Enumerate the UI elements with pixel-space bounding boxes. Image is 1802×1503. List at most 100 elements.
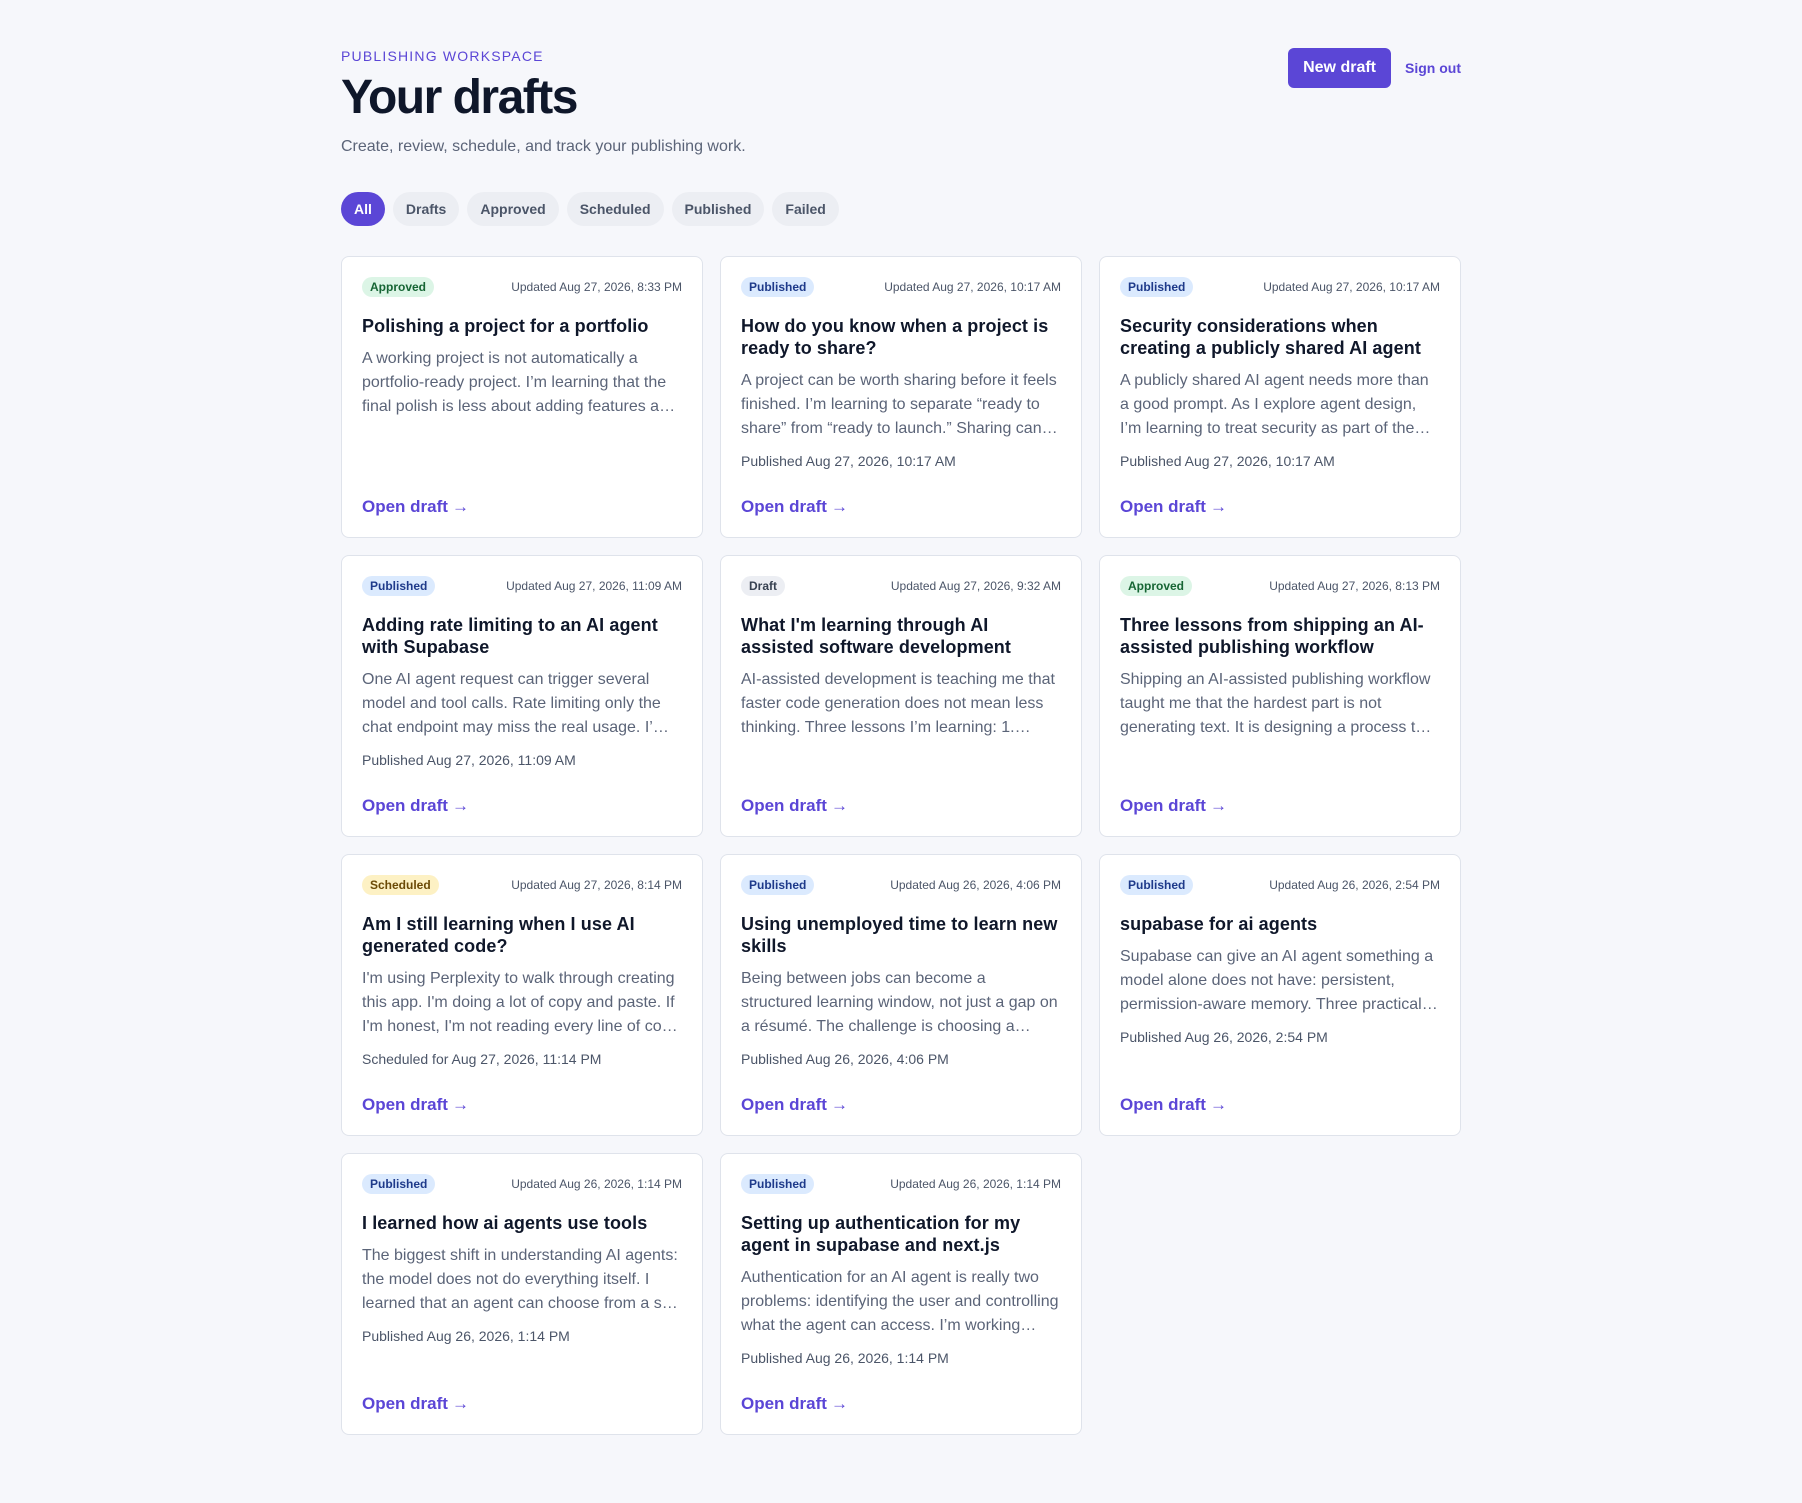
page-subtitle: Create, review, schedule, and track your…	[341, 138, 746, 155]
updated-timestamp: Updated Aug 26, 2026, 2:54 PM	[1269, 878, 1440, 892]
publish-status-meta: Scheduled for Aug 27, 2026, 11:14 PM	[362, 1051, 602, 1067]
draft-card: Approved Updated Aug 27, 2026, 8:33 PM Pol…	[341, 256, 703, 538]
status-badge: Published	[1120, 277, 1194, 297]
publish-status-meta: Published Aug 26, 2026, 2:54 PM	[1120, 1029, 1328, 1045]
status-badge: Approved	[362, 277, 435, 297]
open-draft-link[interactable]: Open draft →	[1120, 796, 1227, 816]
new-draft-button[interactable]: New draft	[1288, 48, 1391, 88]
open-draft-label: Open draft	[741, 497, 827, 516]
draft-card: Published Updated Aug 27, 2026, 10:17 AM H…	[720, 256, 1082, 538]
open-draft-link[interactable]: Open draft →	[741, 1095, 848, 1115]
open-draft-link[interactable]: Open draft →	[741, 796, 848, 816]
arrow-right-icon: →	[451, 497, 469, 516]
arrow-right-icon: →	[830, 1394, 848, 1413]
status-badge: Published	[362, 576, 436, 596]
draft-excerpt: I'm using Perplexity to walk through cre…	[362, 970, 680, 1035]
draft-excerpt: Authentication for an AI agent is really…	[741, 1269, 1059, 1334]
status-badge: Published	[1120, 875, 1194, 895]
open-draft-label: Open draft	[1120, 796, 1206, 815]
draft-title: Using unemployed time to learn new skill…	[741, 914, 1058, 956]
open-draft-label: Open draft	[362, 497, 448, 516]
draft-title: Three lessons from shipping an AI-assist…	[1120, 615, 1424, 657]
open-draft-link[interactable]: Open draft →	[362, 497, 469, 517]
card-header: Approved Updated Aug 27, 2026, 8:33 PM	[362, 277, 682, 297]
filter-chip-scheduled[interactable]: Scheduled	[566, 192, 664, 226]
draft-excerpt: A publicly shared AI agent needs more th…	[1120, 372, 1429, 437]
arrow-right-icon: →	[830, 497, 848, 516]
draft-card: Published Updated Aug 27, 2026, 10:17 AM S…	[1099, 256, 1461, 538]
drafts-grid: Approved Updated Aug 27, 2026, 8:33 PM Pol…	[341, 256, 1461, 1435]
filter-chip-failed[interactable]: Failed	[772, 192, 839, 226]
draft-card: Approved Updated Aug 27, 2026, 8:13 PM Thr…	[1099, 555, 1461, 837]
arrow-right-icon: →	[1209, 497, 1227, 516]
updated-timestamp: Updated Aug 27, 2026, 9:32 AM	[890, 579, 1061, 593]
draft-card: Scheduled Updated Aug 27, 2026, 8:14 PM Am…	[341, 854, 703, 1136]
status-badge: Published	[741, 875, 815, 895]
draft-title: Am I still learning when I use AI genera…	[362, 914, 635, 956]
open-draft-link[interactable]: Open draft →	[362, 1394, 469, 1414]
status-badge: Published	[741, 277, 815, 297]
draft-excerpt: A working project is not automatically a…	[362, 350, 677, 415]
open-draft-link[interactable]: Open draft →	[1120, 497, 1227, 517]
updated-timestamp: Updated Aug 27, 2026, 8:14 PM	[511, 878, 682, 892]
publish-status-meta: Published Aug 26, 2026, 4:06 PM	[741, 1051, 949, 1067]
updated-timestamp: Updated Aug 26, 2026, 1:14 PM	[511, 1177, 682, 1191]
draft-excerpt: AI-assisted development is teaching me t…	[741, 671, 1055, 736]
draft-title: Security considerations when creating a …	[1120, 316, 1421, 358]
filter-chip-all[interactable]: All	[341, 192, 385, 226]
draft-excerpt: Shipping an AI-assisted publishing workf…	[1120, 671, 1438, 736]
sign-out-link[interactable]: Sign out	[1403, 60, 1461, 76]
page-header: PUBLISHING WORKSPACE Your drafts Create,…	[341, 48, 1461, 248]
draft-title: Polishing a project for a portfolio	[362, 316, 649, 336]
updated-timestamp: Updated Aug 27, 2026, 10:17 AM	[884, 280, 1061, 294]
card-header: Published Updated Aug 26, 2026, 1:14 PM	[741, 1174, 1061, 1194]
page-title: Your drafts	[341, 71, 578, 124]
status-badge: Scheduled	[362, 875, 439, 895]
status-badge: Published	[362, 1174, 436, 1194]
filter-chip-drafts[interactable]: Drafts	[392, 192, 460, 226]
draft-title: I learned how ai agents use tools	[362, 1213, 648, 1233]
card-header: Published Updated Aug 27, 2026, 11:09 AM	[362, 576, 682, 596]
card-header: Draft Updated Aug 27, 2026, 9:32 AM	[741, 576, 1061, 596]
card-header: Scheduled Updated Aug 27, 2026, 8:14 PM	[362, 875, 682, 895]
draft-card: Published Updated Aug 26, 2026, 2:54 PM su…	[1099, 854, 1461, 1136]
card-header: Published Updated Aug 26, 2026, 2:54 PM	[1120, 875, 1440, 895]
draft-card: Published Updated Aug 26, 2026, 4:06 PM Us…	[720, 854, 1082, 1136]
updated-timestamp: Updated Aug 27, 2026, 8:13 PM	[1269, 579, 1440, 593]
updated-timestamp: Updated Aug 27, 2026, 10:17 AM	[1263, 280, 1440, 294]
draft-card: Draft Updated Aug 27, 2026, 9:32 AM What I…	[720, 555, 1082, 837]
card-header: Approved Updated Aug 27, 2026, 8:13 PM	[1120, 576, 1440, 596]
open-draft-link[interactable]: Open draft →	[1120, 1095, 1227, 1115]
drafts-page: PUBLISHING WORKSPACE Your drafts Create,…	[341, 0, 1461, 1435]
updated-timestamp: Updated Aug 26, 2026, 1:14 PM	[890, 1177, 1061, 1191]
status-badge: Draft	[741, 576, 786, 596]
open-draft-link[interactable]: Open draft →	[741, 497, 848, 517]
open-draft-label: Open draft	[362, 796, 448, 815]
draft-title: What I'm learning through AI assisted so…	[741, 615, 1011, 657]
open-draft-label: Open draft	[1120, 497, 1206, 516]
arrow-right-icon: →	[1209, 1095, 1227, 1114]
open-draft-link[interactable]: Open draft →	[362, 1095, 469, 1115]
open-draft-link[interactable]: Open draft →	[362, 796, 469, 816]
draft-excerpt: One AI agent request can trigger several…	[362, 671, 667, 736]
arrow-right-icon: →	[451, 1095, 469, 1114]
filter-chip-published[interactable]: Published	[671, 192, 765, 226]
card-header: Published Updated Aug 27, 2026, 10:17 AM	[1120, 277, 1440, 297]
arrow-right-icon: →	[451, 796, 469, 815]
status-badge: Approved	[1120, 576, 1193, 596]
open-draft-link[interactable]: Open draft →	[741, 1394, 848, 1414]
filter-chip-approved[interactable]: Approved	[467, 192, 559, 226]
draft-title: Adding rate limiting to an AI agent with…	[362, 615, 658, 657]
arrow-right-icon: →	[1209, 796, 1227, 815]
draft-card: Published Updated Aug 26, 2026, 1:14 PM I …	[341, 1153, 703, 1435]
open-draft-label: Open draft	[1120, 1095, 1206, 1114]
card-header: Published Updated Aug 26, 2026, 4:06 PM	[741, 875, 1061, 895]
card-header: Published Updated Aug 26, 2026, 1:14 PM	[362, 1174, 682, 1194]
publish-status-meta: Published Aug 27, 2026, 10:17 AM	[1120, 453, 1335, 469]
draft-excerpt: A project can be worth sharing before it…	[741, 372, 1057, 437]
draft-excerpt: Supabase can give an AI agent something …	[1120, 948, 1434, 1013]
workspace-eyebrow: PUBLISHING WORKSPACE	[341, 48, 544, 64]
card-header: Published Updated Aug 27, 2026, 10:17 AM	[741, 277, 1061, 297]
open-draft-label: Open draft	[362, 1394, 448, 1413]
status-badge: Published	[741, 1174, 815, 1194]
